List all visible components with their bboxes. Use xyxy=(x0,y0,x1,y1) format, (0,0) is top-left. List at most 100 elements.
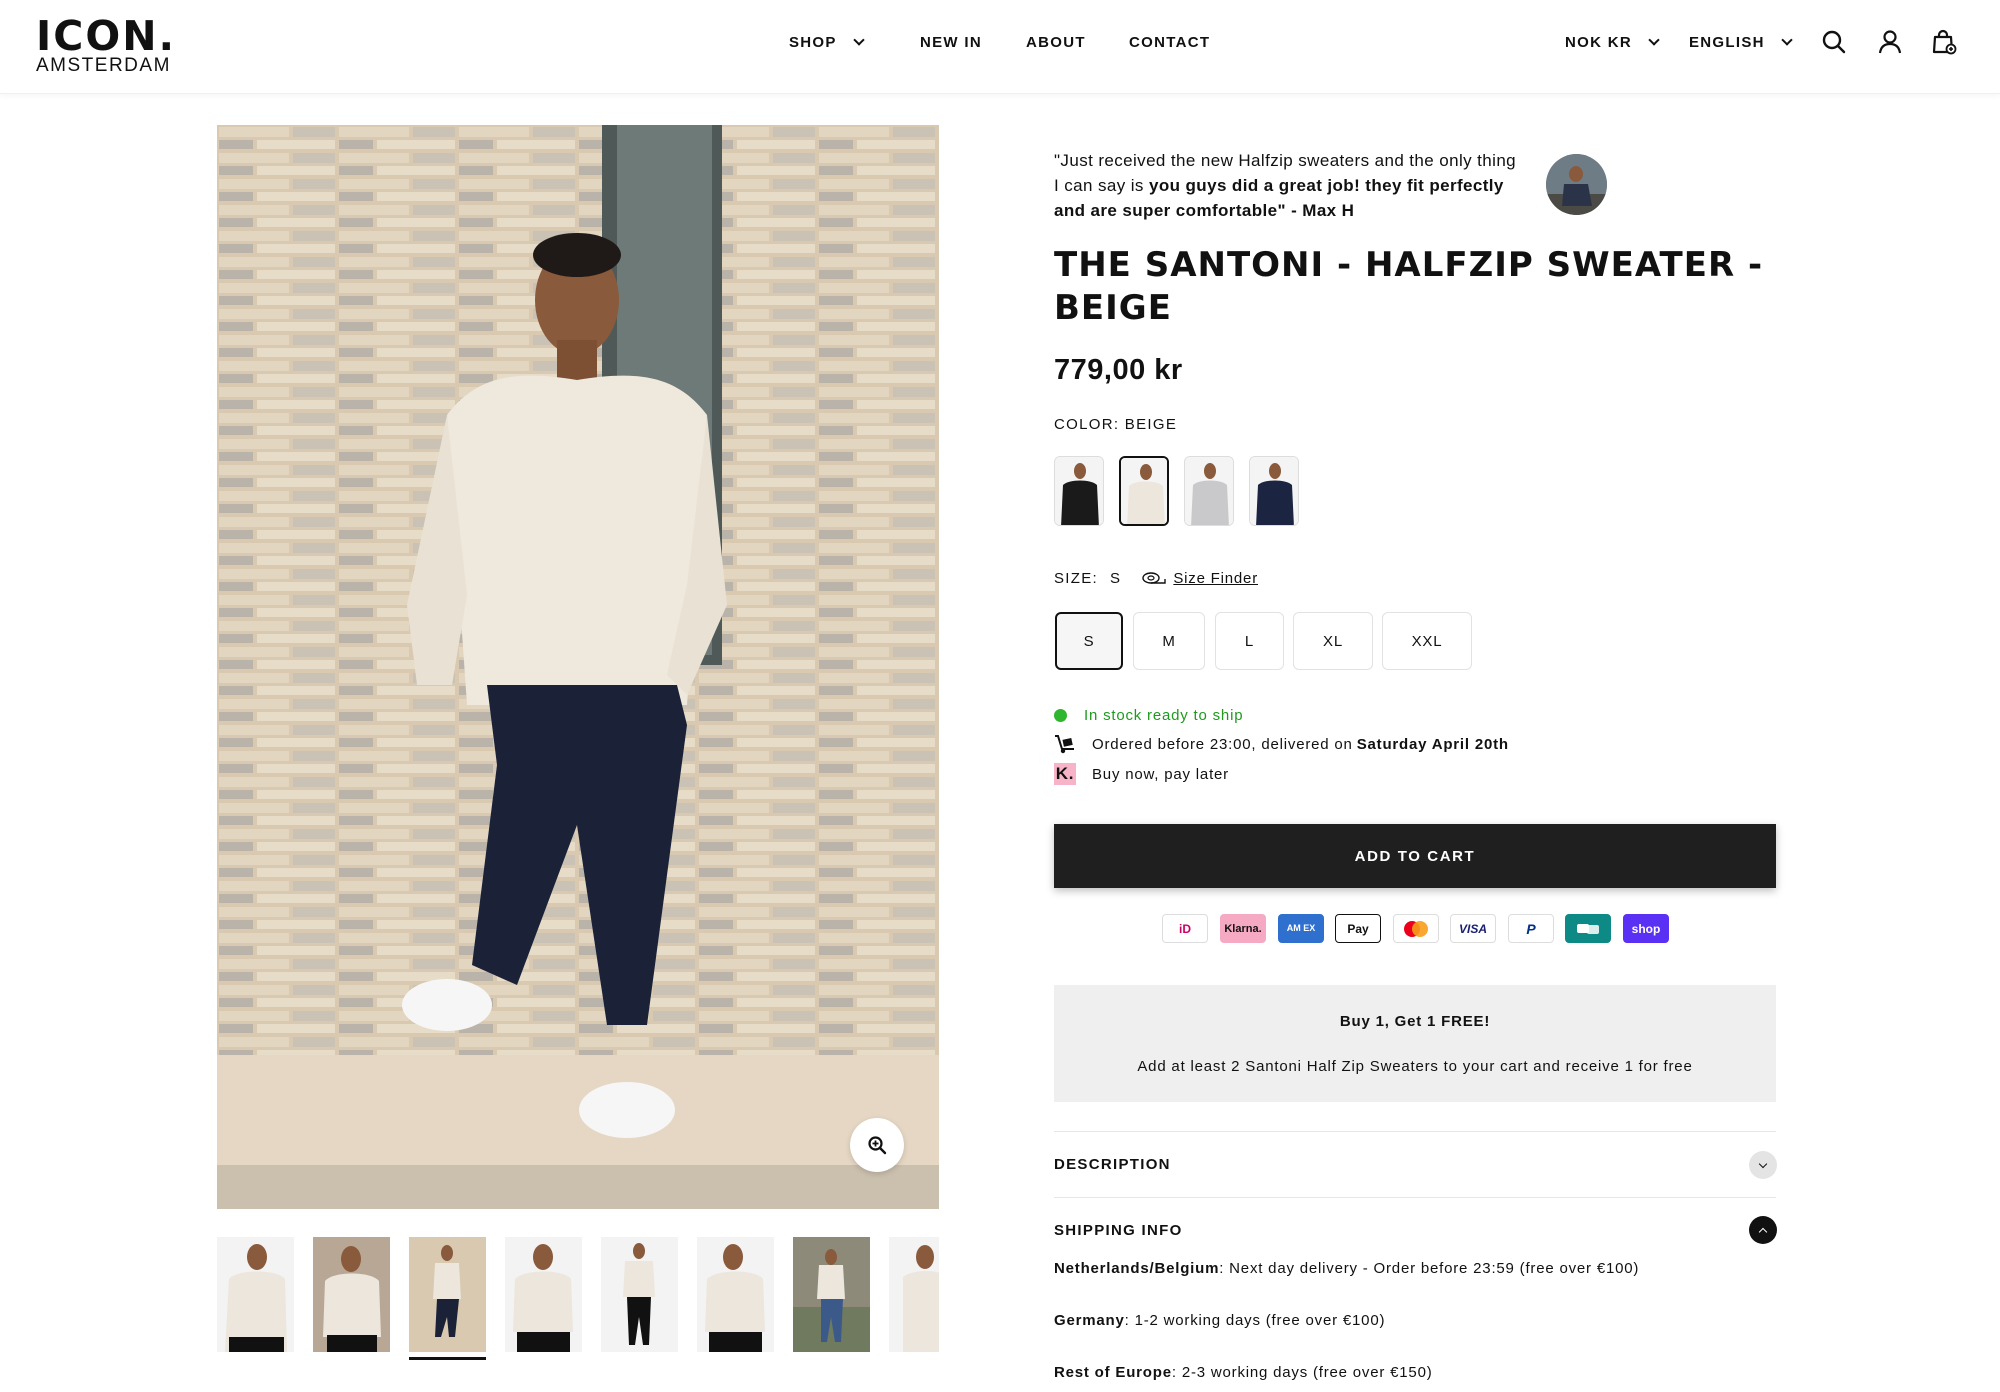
logo-subtitle: AMSTERDAM xyxy=(36,55,171,76)
size-label: SIZE: xyxy=(1054,569,1099,587)
size-selector-header: SIZE: S Size Finder xyxy=(1054,568,1258,588)
thumbnail-active-indicator xyxy=(409,1357,486,1360)
ideal-label: iD xyxy=(1179,921,1191,936)
delivery-date: Saturday April 20th xyxy=(1356,735,1509,753)
mastercard-icon xyxy=(1393,914,1439,943)
color-label-text: COLOR: xyxy=(1054,416,1120,433)
product-price: 779,00 kr xyxy=(1054,354,1183,386)
chevron-down-icon xyxy=(1648,33,1660,46)
nav-shop[interactable]: SHOP xyxy=(789,30,865,54)
nav-new-in-label: NEW IN xyxy=(920,33,982,51)
accordion-description[interactable]: DESCRIPTION xyxy=(1054,1156,1171,1173)
klarna-info: K. Buy now, pay later xyxy=(1054,763,1229,785)
klarna-payment-label: Klarna. xyxy=(1224,922,1262,935)
delivery-dolly-icon xyxy=(1054,734,1076,754)
amex-label: AM EX xyxy=(1286,923,1316,933)
thumbnail-2[interactable] xyxy=(313,1237,390,1352)
shipping-region: Rest of Europe xyxy=(1054,1364,1172,1381)
in-stock-dot-icon xyxy=(1054,708,1067,722)
site-logo[interactable]: ICON. AMSTERDAM xyxy=(36,12,186,76)
klarna-icon: K. xyxy=(1054,763,1076,785)
shop-pay-icon: shop xyxy=(1623,914,1669,943)
color-swatch-black[interactable] xyxy=(1054,456,1104,526)
currency-label: NOK KR xyxy=(1565,33,1632,51)
color-label: COLOR: BEIGE xyxy=(1054,416,1177,433)
site-header: ICON. AMSTERDAM SHOP NEW IN ABOUT CONTAC… xyxy=(0,0,2000,94)
visa-icon: VISA xyxy=(1450,914,1496,943)
size-selected-value: S xyxy=(1110,569,1122,587)
promo-banner: Buy 1, Get 1 FREE! Add at least 2 Santon… xyxy=(1054,985,1776,1102)
visa-label: VISA xyxy=(1458,921,1487,936)
color-selected-value: BEIGE xyxy=(1124,416,1178,433)
size-finder-link[interactable]: Size Finder xyxy=(1173,570,1258,587)
account-icon[interactable] xyxy=(1876,28,1904,56)
paypal-icon: P xyxy=(1508,914,1554,943)
size-option-s[interactable]: S xyxy=(1055,612,1123,670)
amex-icon: AM EX xyxy=(1278,914,1324,943)
divider xyxy=(1054,1197,1776,1198)
ideal-icon: iD xyxy=(1162,914,1208,943)
color-swatch-beige[interactable] xyxy=(1119,456,1169,526)
nav-contact[interactable]: CONTACT xyxy=(1129,30,1210,54)
thumbnail-6[interactable] xyxy=(697,1237,774,1352)
chevron-down-icon xyxy=(1781,33,1793,46)
divider xyxy=(1054,1131,1776,1132)
shipping-region: Netherlands/Belgium xyxy=(1054,1260,1220,1277)
klarna-payment-icon: Klarna. xyxy=(1220,914,1266,943)
shipping-region: Germany xyxy=(1054,1312,1125,1329)
logo-wordmark: ICON. xyxy=(36,12,177,60)
shipping-detail: : 1-2 working days (free over €100) xyxy=(1124,1312,1386,1329)
color-swatch-grey[interactable] xyxy=(1184,456,1234,526)
paypal-label: P xyxy=(1526,920,1536,937)
zoom-icon xyxy=(868,1136,887,1155)
product-main-image[interactable] xyxy=(217,125,939,1209)
reviewer-avatar xyxy=(1546,154,1607,215)
zoom-button[interactable] xyxy=(850,1118,904,1172)
delivery-info: Ordered before 23:00, delivered on Satur… xyxy=(1054,733,1509,755)
size-option-xl[interactable]: XL xyxy=(1293,612,1373,670)
thumbnail-strip xyxy=(217,1237,939,1357)
shop-pay-label: shop xyxy=(1631,921,1661,936)
nav-new-in[interactable]: NEW IN xyxy=(920,30,982,54)
thumbnail-4[interactable] xyxy=(505,1237,582,1352)
chevron-down-icon[interactable] xyxy=(1749,1151,1777,1179)
promo-text: Add at least 2 Santoni Half Zip Sweaters… xyxy=(1137,1058,1693,1075)
shipping-detail: : Next day delivery - Order before 23:59… xyxy=(1219,1260,1640,1277)
language-selector[interactable]: ENGLISH xyxy=(1689,30,1793,54)
apple-pay-label: Pay xyxy=(1347,921,1369,936)
thumbnail-7[interactable] xyxy=(793,1237,870,1352)
customer-review: "Just received the new Halfzip sweaters … xyxy=(1054,148,1524,223)
nav-contact-label: CONTACT xyxy=(1129,33,1211,51)
accordion-shipping-info[interactable]: SHIPPING INFO xyxy=(1054,1222,1183,1239)
thumbnail-3[interactable] xyxy=(409,1237,486,1352)
stock-status-text: In stock ready to ship xyxy=(1084,706,1244,724)
stock-status: In stock ready to ship xyxy=(1054,704,1243,726)
nav-shop-label: SHOP xyxy=(789,33,837,51)
add-to-cart-button[interactable]: ADD TO CART xyxy=(1054,824,1776,888)
thumbnail-1[interactable] xyxy=(217,1237,294,1352)
search-icon[interactable] xyxy=(1820,28,1848,56)
currency-selector[interactable]: NOK KR xyxy=(1565,30,1660,54)
chevron-down-icon xyxy=(853,33,865,46)
size-option-xxl[interactable]: XXL xyxy=(1382,612,1472,670)
nav-about[interactable]: ABOUT xyxy=(1026,30,1086,54)
size-option-m[interactable]: M xyxy=(1133,612,1205,670)
klarna-text: Buy now, pay later xyxy=(1092,765,1229,783)
nav-about-label: ABOUT xyxy=(1026,33,1086,51)
promo-title: Buy 1, Get 1 FREE! xyxy=(1339,1013,1491,1030)
shipping-line-germany: Germany: 1-2 working days (free over €10… xyxy=(1054,1312,1385,1329)
shipping-line-rest-of-europe: Rest of Europe: 2-3 working days (free o… xyxy=(1054,1364,1433,1381)
color-swatch-navy[interactable] xyxy=(1249,456,1299,526)
language-label: ENGLISH xyxy=(1689,33,1765,51)
delivery-text: Ordered before 23:00, delivered on xyxy=(1092,735,1353,753)
measuring-tape-icon xyxy=(1141,570,1167,586)
product-title: THE SANTONI - HALFZIP SWEATER - BEIGE xyxy=(1054,245,1764,328)
apple-pay-icon: Pay xyxy=(1335,914,1381,943)
thumbnail-8[interactable] xyxy=(889,1237,939,1352)
bancontact-icon xyxy=(1565,914,1611,943)
chevron-up-icon[interactable] xyxy=(1749,1216,1777,1244)
size-option-l[interactable]: L xyxy=(1215,612,1284,670)
cart-icon[interactable] xyxy=(1930,28,1958,56)
shipping-detail: : 2-3 working days (free over €150) xyxy=(1171,1364,1433,1381)
thumbnail-5[interactable] xyxy=(601,1237,678,1352)
